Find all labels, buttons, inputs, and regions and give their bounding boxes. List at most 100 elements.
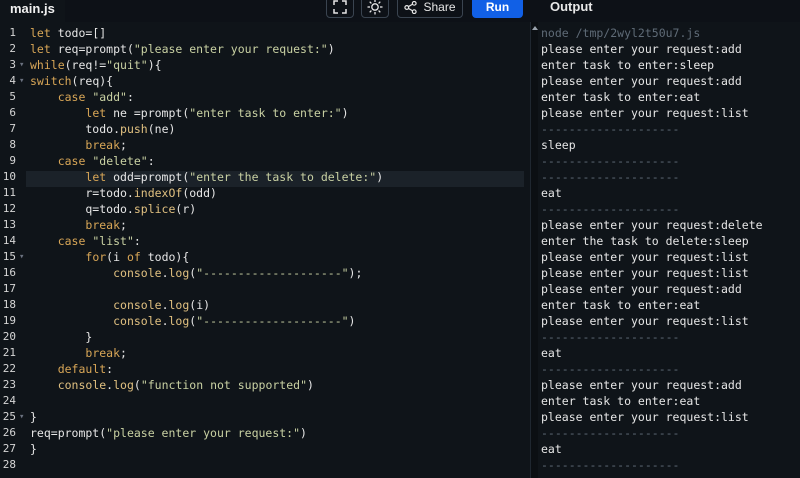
line-number: 11 bbox=[2, 186, 16, 199]
code-token: console bbox=[113, 298, 162, 312]
code-line[interactable]: 7 todo.push(ne) bbox=[0, 121, 530, 137]
code-text: default: bbox=[30, 361, 113, 377]
code-token: "enter the task to delete:" bbox=[189, 170, 377, 184]
fold-chevron-icon[interactable]: ▾ bbox=[19, 57, 24, 73]
fold-chevron-icon[interactable]: ▾ bbox=[19, 73, 24, 89]
code-line[interactable]: 20 } bbox=[0, 329, 530, 345]
code-line[interactable]: 4 ▾ switch(req){ bbox=[0, 73, 530, 89]
code-token: ne =prompt( bbox=[106, 106, 190, 120]
code-line[interactable]: 14 case "list": bbox=[0, 233, 530, 249]
code-token: } bbox=[30, 410, 37, 424]
code-token: ){ bbox=[147, 58, 162, 72]
code-text: while(req!="quit"){ bbox=[30, 57, 162, 73]
code-token: ) bbox=[341, 106, 349, 120]
code-token: : bbox=[133, 234, 141, 248]
output-line: -------------------- bbox=[541, 154, 680, 168]
code-token: console bbox=[113, 266, 162, 280]
code-line[interactable]: 12 q=todo.splice(r) bbox=[0, 201, 530, 217]
code-text: let odd=prompt("enter the task to delete… bbox=[30, 169, 383, 185]
code-line[interactable]: 26 req=prompt("please enter your request:… bbox=[0, 425, 530, 441]
code-token: todo){ bbox=[140, 250, 190, 264]
output-line: enter the task to delete:sleep bbox=[541, 234, 749, 248]
code-line[interactable]: 27} bbox=[0, 441, 530, 457]
code-text: for(i of todo){ bbox=[30, 249, 189, 265]
code-line[interactable]: 28 bbox=[0, 457, 530, 473]
code-line[interactable]: 19 console.log("--------------------") bbox=[0, 313, 530, 329]
code-line[interactable]: 8 break; bbox=[0, 137, 530, 153]
code-token: } bbox=[30, 330, 93, 344]
share-icon bbox=[404, 0, 418, 14]
code-line[interactable]: 13 break; bbox=[0, 217, 530, 233]
code-line[interactable]: 2 let req=prompt("please enter your reque… bbox=[0, 41, 530, 57]
line-number: 28 bbox=[2, 458, 16, 471]
code-token: q=todo. bbox=[30, 202, 134, 216]
code-line[interactable]: 1 let todo=[] bbox=[0, 25, 530, 41]
code-line[interactable]: 21 break; bbox=[0, 345, 530, 361]
code-line[interactable]: 5 case "add": bbox=[0, 89, 530, 105]
code-token: log bbox=[168, 314, 190, 328]
code-token: ) bbox=[307, 378, 314, 392]
line-number: 20 bbox=[2, 330, 16, 343]
output-line: please enter your request:list bbox=[541, 314, 749, 328]
code-line[interactable]: 25 ▾} bbox=[0, 409, 530, 425]
code-token: : bbox=[147, 154, 155, 168]
code-token: "--------------------" bbox=[196, 314, 349, 328]
code-line[interactable]: 3 ▾ while(req!="quit"){ bbox=[0, 57, 530, 73]
output-line: sleep bbox=[541, 138, 576, 152]
code-line[interactable]: 15 ▾ for(i of todo){ bbox=[0, 249, 530, 265]
code-line[interactable]: 23 console.log("function not supported") bbox=[0, 377, 530, 393]
code-token: for bbox=[85, 250, 107, 264]
line-number: 4 bbox=[9, 74, 16, 87]
code-token: : bbox=[126, 90, 134, 104]
code-line[interactable]: 6 let ne =prompt("enter task to enter:") bbox=[0, 105, 530, 121]
code-text: break; bbox=[30, 217, 127, 233]
code-line[interactable]: 24 bbox=[0, 393, 530, 409]
output-console: node /tmp/2wyl2t50u7.js please enter your… bbox=[538, 22, 800, 478]
code-token: indexOf bbox=[133, 186, 183, 200]
fold-chevron-icon[interactable]: ▾ bbox=[19, 409, 24, 425]
code-token: odd=prompt( bbox=[106, 170, 190, 184]
code-token: : bbox=[106, 362, 114, 376]
code-line[interactable]: 9 case "delete": bbox=[0, 153, 530, 169]
code-line[interactable]: 17 bbox=[0, 281, 530, 297]
code-line[interactable]: 11 r=todo.indexOf(odd) bbox=[0, 185, 530, 201]
fold-chevron-icon[interactable]: ▾ bbox=[19, 249, 24, 265]
output-line: please enter your request:add bbox=[541, 42, 742, 56]
code-token: log bbox=[113, 378, 134, 392]
line-number: 10 bbox=[2, 170, 16, 183]
code-editor[interactable]: 1 let todo=[] 2 let req=prompt("please ente… bbox=[0, 22, 530, 478]
line-number: 3 bbox=[9, 58, 16, 71]
code-token: break bbox=[85, 346, 121, 360]
code-line[interactable]: 10 let odd=prompt("enter the task to del… bbox=[0, 169, 530, 185]
code-token: while bbox=[30, 58, 65, 72]
output-line: eat bbox=[541, 346, 562, 360]
output-line: enter task to enter:eat bbox=[541, 298, 701, 312]
share-button[interactable]: Share bbox=[397, 0, 463, 18]
line-number: 18 bbox=[2, 298, 16, 311]
output-line: node /tmp/2wyl2t50u7.js bbox=[541, 26, 701, 40]
code-text: } bbox=[30, 329, 92, 345]
code-text: case "add": bbox=[30, 89, 134, 105]
code-text: switch(req){ bbox=[30, 73, 113, 89]
code-line[interactable]: 22 default: bbox=[0, 361, 530, 377]
fullscreen-button[interactable] bbox=[326, 0, 354, 18]
output-line: enter task to enter:eat bbox=[541, 90, 701, 104]
code-token: . bbox=[161, 266, 169, 280]
theme-toggle-button[interactable] bbox=[361, 0, 389, 18]
code-line[interactable]: 16 console.log("--------------------"); bbox=[0, 265, 530, 281]
code-line[interactable]: 18 console.log(i) bbox=[0, 297, 530, 313]
code-token: ) bbox=[376, 170, 384, 184]
file-tab-main-js[interactable]: main.js bbox=[0, 0, 65, 24]
line-number: 15 bbox=[2, 250, 16, 263]
output-line: -------------------- bbox=[541, 362, 680, 376]
code-text: console.log("--------------------"); bbox=[30, 265, 362, 281]
run-button[interactable]: Run bbox=[472, 0, 523, 18]
code-token: ; bbox=[120, 346, 127, 360]
code-text: break; bbox=[30, 137, 127, 153]
output-line: please enter your request:add bbox=[541, 74, 742, 88]
